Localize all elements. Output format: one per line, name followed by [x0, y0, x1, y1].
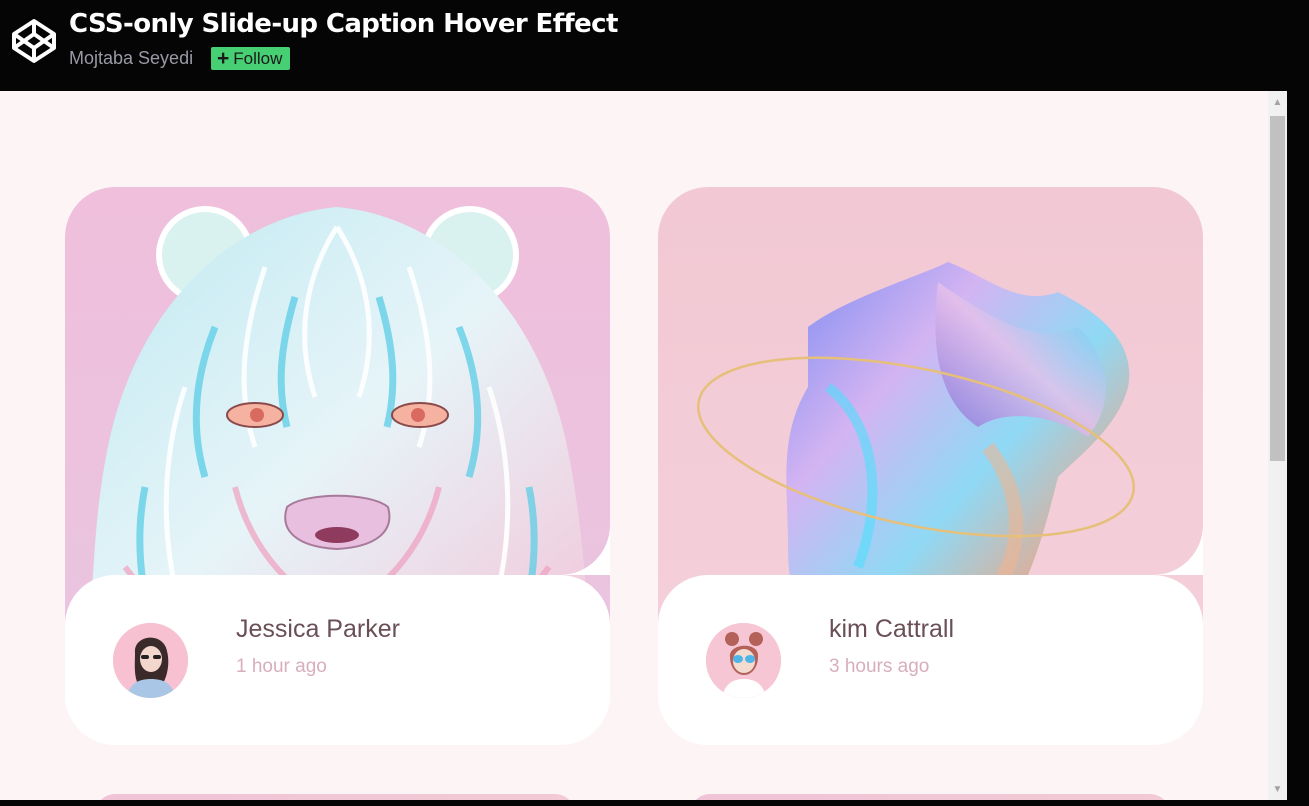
caption-corner: [1153, 525, 1203, 575]
card[interactable]: Jessica Parker 1 hour ago: [65, 187, 610, 745]
follow-button[interactable]: + Follow: [211, 47, 291, 70]
scroll-up-arrow-icon[interactable]: ▲: [1268, 94, 1287, 111]
timestamp: 3 hours ago: [829, 656, 930, 677]
vertical-scrollbar[interactable]: ▲ ▼: [1268, 91, 1287, 800]
scrollbar-thumb[interactable]: [1270, 116, 1285, 461]
card-caption: kim Cattrall 3 hours ago: [658, 575, 1203, 745]
author-name-label: Jessica Parker: [236, 615, 400, 643]
author-name[interactable]: Mojtaba Seyedi: [69, 48, 193, 69]
card[interactable]: kim Cattrall 3 hours ago: [658, 187, 1203, 745]
window-edge: [0, 800, 1309, 806]
author-name-label: kim Cattrall: [829, 615, 955, 643]
follow-label: Follow: [233, 48, 283, 68]
window-edge: [1287, 91, 1309, 806]
scroll-down-arrow-icon[interactable]: ▼: [1268, 781, 1287, 798]
pen-title: CSS-only Slide-up Caption Hover Effect: [69, 9, 618, 39]
plus-icon: +: [217, 47, 230, 70]
timestamp: 1 hour ago: [236, 656, 327, 677]
caption-corner: [560, 525, 610, 575]
codepen-logo-icon[interactable]: [11, 18, 57, 64]
avatar[interactable]: [706, 623, 781, 698]
avatar[interactable]: [113, 623, 188, 698]
card-caption: Jessica Parker 1 hour ago: [65, 575, 610, 745]
preview-area: Jessica Parker 1 hour ago kim Cattrall 3…: [0, 91, 1268, 800]
header-bar: CSS-only Slide-up Caption Hover Effect M…: [0, 0, 1309, 91]
